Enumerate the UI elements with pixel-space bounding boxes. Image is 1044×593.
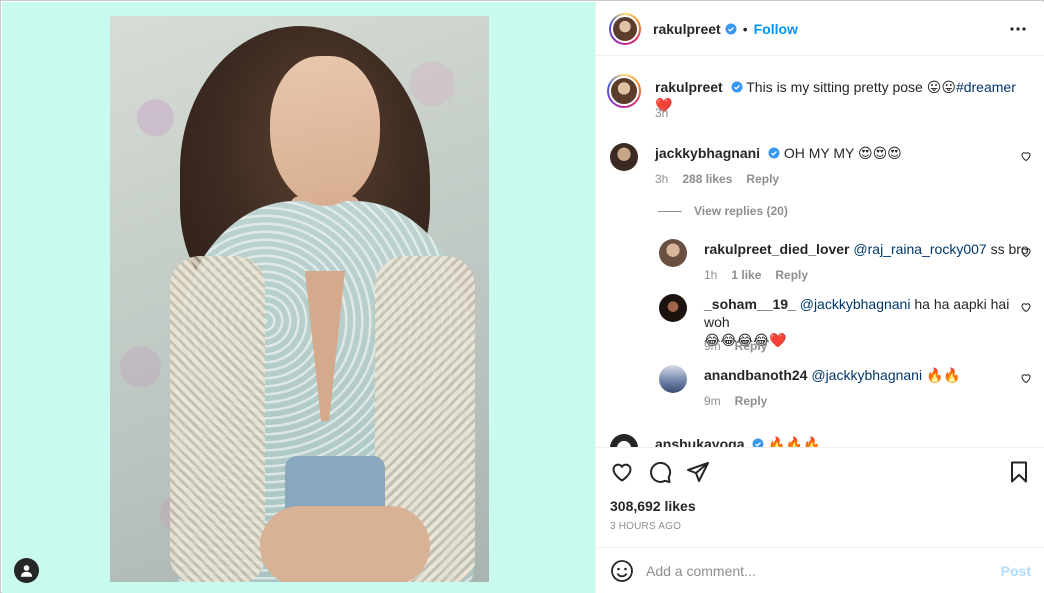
- reply-button[interactable]: Reply: [746, 172, 779, 186]
- verified-badge-icon: [768, 147, 780, 159]
- comment-username[interactable]: anandbanoth24: [704, 367, 807, 383]
- post-media-area: [2, 2, 595, 593]
- comment-body: 🔥🔥: [922, 367, 961, 383]
- comment-time: 9m: [704, 339, 721, 353]
- instagram-post-window: rakulpreet • Follow rakulpreet This is m…: [0, 0, 1044, 593]
- photo-face: [270, 56, 380, 206]
- reply-button[interactable]: Reply: [775, 268, 808, 282]
- caption-author[interactable]: rakulpreet: [655, 79, 723, 95]
- reply-row: anandbanoth24 @jackkybhagnani 🔥🔥 9m Repl…: [596, 365, 1044, 415]
- photo-lace-left: [170, 256, 265, 582]
- view-replies-button[interactable]: View replies (20): [658, 204, 788, 218]
- comment-likes[interactable]: 288 likes: [682, 172, 732, 186]
- comment-row: anshukayoga 🔥🔥🔥: [596, 434, 1044, 447]
- comment-meta: 9m Reply: [704, 394, 767, 408]
- commenter-avatar[interactable]: [659, 365, 687, 393]
- comment-row: jackkybhagnani OH MY MY 😍😍😍 3h 288 likes…: [596, 143, 1044, 243]
- more-options-button[interactable]: [1006, 17, 1030, 41]
- comment-username[interactable]: _soham__19_: [704, 296, 796, 312]
- verified-badge-icon: [731, 81, 743, 93]
- post-photo[interactable]: [110, 16, 489, 582]
- comment-bubble-icon[interactable]: [648, 460, 672, 484]
- post-header: rakulpreet • Follow: [596, 2, 1044, 56]
- comment-mention[interactable]: @jackkybhagnani: [811, 367, 922, 383]
- emoji-picker-icon[interactable]: [610, 559, 634, 583]
- caption-text: rakulpreet This is my sitting pretty pos…: [655, 78, 1035, 114]
- like-comment-heart-icon[interactable]: [1020, 150, 1032, 162]
- caption-meta: 3h: [655, 106, 668, 120]
- photo-hands: [260, 506, 430, 582]
- like-heart-icon[interactable]: [610, 460, 634, 484]
- comment-username[interactable]: rakulpreet_died_lover: [704, 241, 850, 257]
- header-separator: •: [742, 20, 748, 37]
- bookmark-icon: [1011, 461, 1027, 483]
- comment-text: anshukayoga 🔥🔥🔥: [655, 435, 821, 447]
- verified-badge-icon: [752, 438, 764, 447]
- hashtag-link[interactable]: #dreamer: [956, 79, 1016, 95]
- post-comment-button[interactable]: Post: [1001, 563, 1031, 579]
- comments-list[interactable]: rakulpreet This is my sitting pretty pos…: [596, 57, 1044, 447]
- comment-body: OH MY MY 😍😍😍: [783, 145, 902, 161]
- action-icons: [610, 460, 710, 484]
- post-timestamp: 3 HOURS AGO: [610, 521, 682, 532]
- comment-meta: 9m Reply: [704, 339, 767, 353]
- like-comment-heart-icon[interactable]: [1020, 301, 1032, 313]
- comment-text: rakulpreet_died_lover @raj_raina_rocky00…: [704, 240, 1029, 258]
- comment-meta: 3h 288 likes Reply: [655, 172, 779, 186]
- author-username[interactable]: rakulpreet: [653, 21, 721, 37]
- save-button[interactable]: [1007, 460, 1031, 489]
- comment-username[interactable]: anshukayoga: [655, 436, 744, 447]
- commenter-avatar[interactable]: [610, 434, 638, 447]
- reply-row: _soham__19_ @jackkybhagnani ha ha aapki …: [596, 294, 1044, 359]
- comment-time: 9m: [704, 394, 721, 408]
- comment-meta: 1h 1 like Reply: [704, 268, 808, 282]
- comment-mention[interactable]: @jackkybhagnani: [800, 296, 911, 312]
- comment-time: 1h: [704, 268, 718, 282]
- caption-author-avatar[interactable]: [607, 74, 641, 108]
- tagged-users-button[interactable]: [14, 558, 39, 583]
- view-replies-line: [658, 210, 682, 212]
- follow-button[interactable]: Follow: [754, 21, 798, 37]
- author-avatar[interactable]: [609, 12, 641, 45]
- comment-input[interactable]: Add a comment...: [646, 563, 1001, 579]
- share-paper-plane-icon[interactable]: [686, 460, 710, 484]
- reply-button[interactable]: Reply: [735, 394, 768, 408]
- view-replies-label[interactable]: View replies (20): [694, 204, 788, 218]
- commenter-avatar[interactable]: [659, 294, 687, 322]
- comment-text: anandbanoth24 @jackkybhagnani 🔥🔥: [704, 366, 961, 384]
- commenter-avatar[interactable]: [659, 239, 687, 267]
- comment-body: 🔥🔥🔥: [768, 436, 821, 447]
- post-actions: 308,692 likes 3 HOURS AGO: [596, 447, 1044, 547]
- caption-row: rakulpreet This is my sitting pretty pos…: [596, 74, 1044, 134]
- comment-text: jackkybhagnani OH MY MY 😍😍😍: [655, 144, 902, 162]
- more-options-icon: [1010, 26, 1026, 31]
- like-comment-heart-icon[interactable]: [1020, 372, 1032, 384]
- caption-time: 3h: [655, 106, 669, 120]
- commenter-avatar[interactable]: [610, 143, 638, 171]
- comment-mention[interactable]: @raj_raina_rocky007: [853, 241, 986, 257]
- comment-username[interactable]: jackkybhagnani: [655, 145, 760, 161]
- reply-button[interactable]: Reply: [735, 339, 768, 353]
- like-comment-heart-icon[interactable]: [1020, 246, 1032, 258]
- reply-row: rakulpreet_died_lover @raj_raina_rocky00…: [596, 239, 1044, 289]
- comment-time: 3h: [655, 172, 669, 186]
- caption-body: This is my sitting pretty pose 😛😛: [746, 79, 956, 95]
- comment-likes[interactable]: 1 like: [731, 268, 761, 282]
- likes-count[interactable]: 308,692 likes: [610, 498, 696, 514]
- user-icon: [20, 565, 33, 577]
- post-side-panel: rakulpreet • Follow rakulpreet This is m…: [595, 2, 1044, 593]
- verified-badge-icon: [725, 23, 737, 34]
- add-comment-bar: Add a comment... Post: [596, 547, 1044, 593]
